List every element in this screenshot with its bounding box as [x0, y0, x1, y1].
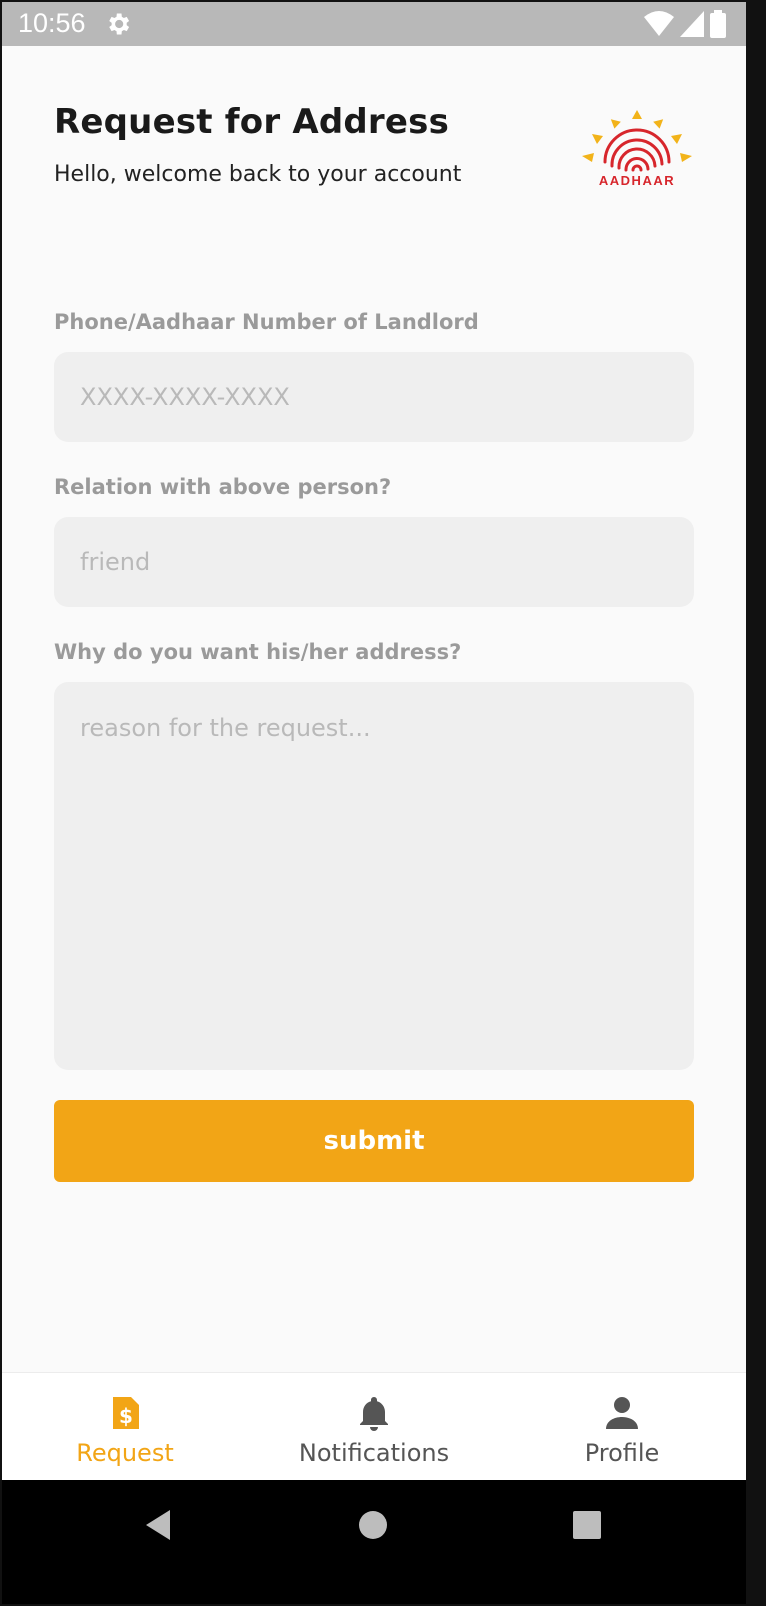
- phone-label: Phone/Aadhaar Number of Landlord: [54, 310, 479, 334]
- signal-icon: [680, 11, 704, 37]
- home-icon[interactable]: [358, 1510, 388, 1540]
- recents-icon[interactable]: [572, 1510, 602, 1540]
- relation-input[interactable]: [54, 517, 694, 607]
- page-subtitle: Hello, welcome back to your account: [54, 162, 462, 187]
- bottom-nav: $ Request Notifications Profile: [2, 1372, 746, 1480]
- app-screen: 10:56 Request for Address Hello, welcome…: [2, 2, 746, 1604]
- nav-label-profile: Profile: [584, 1439, 660, 1467]
- fingerprint-sun-icon: [582, 110, 692, 172]
- reason-textarea[interactable]: [54, 682, 694, 1070]
- battery-icon: [710, 10, 726, 38]
- aadhaar-logo: AADHAAR: [578, 110, 696, 188]
- phone-aadhaar-input[interactable]: [54, 352, 694, 442]
- nav-label-notifications: Notifications: [298, 1439, 450, 1467]
- page-title: Request for Address: [54, 102, 450, 142]
- nav-label-request: Request: [76, 1439, 174, 1467]
- nav-item-profile[interactable]: Profile: [557, 1373, 687, 1481]
- submit-button[interactable]: submit: [54, 1100, 694, 1182]
- relation-label: Relation with above person?: [54, 475, 392, 499]
- nav-item-request[interactable]: $ Request: [50, 1373, 200, 1481]
- reason-label: Why do you want his/her address?: [54, 640, 462, 664]
- system-nav-bar: [2, 1480, 746, 1604]
- nav-item-notifications[interactable]: Notifications: [282, 1373, 466, 1481]
- gear-icon: [109, 13, 130, 35]
- back-icon[interactable]: [142, 1508, 176, 1542]
- bell-icon: [360, 1397, 388, 1431]
- status-icons: [644, 10, 726, 38]
- logo-text: AADHAAR: [598, 173, 676, 188]
- status-time: 10:56: [18, 8, 86, 38]
- person-icon: [606, 1397, 638, 1429]
- svg-text:$: $: [119, 1404, 133, 1428]
- wifi-icon: [644, 11, 674, 36]
- request-icon: $: [113, 1397, 139, 1429]
- status-bar: 10:56: [2, 2, 746, 46]
